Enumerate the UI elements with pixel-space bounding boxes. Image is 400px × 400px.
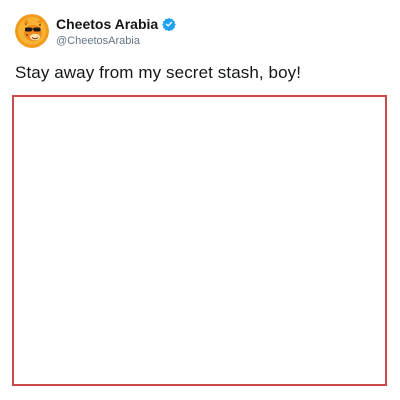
- profile-avatar[interactable]: [15, 14, 49, 48]
- author-handle[interactable]: @CheetosArabia: [56, 35, 140, 47]
- tweet-media[interactable]: [12, 95, 387, 386]
- author-display-name[interactable]: Cheetos Arabia: [56, 16, 158, 32]
- tweet-text: Stay away from my secret stash, boy!: [15, 63, 302, 82]
- cheetos-chester-avatar-icon: [15, 14, 49, 48]
- tweet-card: Cheetos Arabia @CheetosArabia Stay away …: [0, 0, 400, 400]
- verified-badge-icon: [162, 17, 176, 31]
- author-name-row: Cheetos Arabia: [56, 16, 176, 32]
